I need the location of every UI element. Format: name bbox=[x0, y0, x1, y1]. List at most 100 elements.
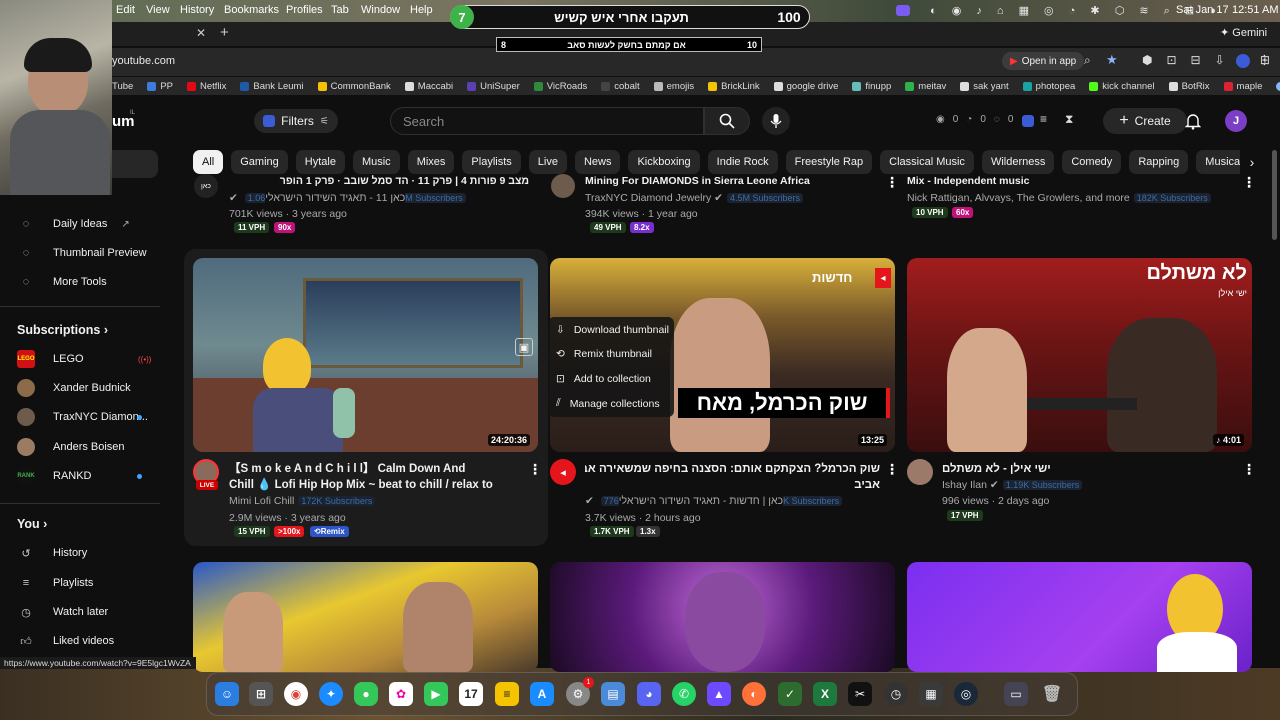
sidebar-item-playlists[interactable]: ≡ Playlists bbox=[0, 572, 170, 594]
appstore-icon[interactable]: A bbox=[530, 682, 554, 706]
sidebar-item-thumbnail-preview[interactable]: ◌ Thumbnail Preview bbox=[0, 242, 170, 264]
chevron-right-icon[interactable]: › bbox=[1240, 150, 1264, 174]
bookmark-item[interactable]: photopea bbox=[1022, 81, 1075, 92]
menubar-date[interactable]: Sat Jan 17 bbox=[1176, 4, 1229, 16]
bookmark-item[interactable]: kick channel bbox=[1089, 81, 1155, 92]
video-thumbnail[interactable] bbox=[550, 562, 895, 672]
chrome-icon[interactable]: ◉ bbox=[284, 682, 308, 706]
sidebar-item-watch-later[interactable]: ◷ Watch later bbox=[0, 601, 170, 623]
list-icon[interactable]: ≡ bbox=[1040, 112, 1047, 126]
you-heading[interactable]: You › bbox=[17, 517, 47, 531]
video-thumbnail[interactable] bbox=[907, 562, 1252, 672]
sidebar-sub-rankd[interactable]: RANK RANKD bbox=[0, 465, 170, 487]
more-options-icon[interactable]: ⋮ bbox=[885, 174, 899, 191]
account-avatar[interactable]: J bbox=[1225, 110, 1247, 132]
bookmark-item[interactable]: PP bbox=[147, 81, 173, 92]
bookmark-item[interactable]: Tube bbox=[112, 81, 133, 92]
menu-history[interactable]: History bbox=[180, 4, 214, 16]
menubar-time[interactable]: 12:51 AM bbox=[1232, 4, 1278, 16]
profile-icon[interactable] bbox=[1236, 54, 1250, 68]
bookmark-item[interactable]: VicRoads bbox=[533, 81, 587, 92]
sidebar-item-more-tools[interactable]: ◌ More Tools bbox=[0, 271, 170, 293]
bookmark-item[interactable]: meitav bbox=[905, 81, 946, 92]
calendar-icon[interactable]: 17 bbox=[459, 682, 483, 706]
chip-news[interactable]: News bbox=[574, 150, 621, 174]
video-title[interactable]: Mining For DIAMONDS in Sierra Leone Afri… bbox=[585, 173, 885, 187]
zoom-icon[interactable]: ⌕ bbox=[1084, 53, 1091, 68]
menu-window[interactable]: Window bbox=[361, 4, 400, 16]
steam-icon[interactable]: ◎ bbox=[954, 682, 978, 706]
firefox-icon[interactable]: ◐ bbox=[742, 682, 766, 706]
channel-name[interactable]: TraxNYC Diamond Jewelry bbox=[585, 192, 711, 204]
chip-music[interactable]: Music bbox=[352, 150, 400, 174]
page-scrollbar[interactable] bbox=[1272, 150, 1277, 240]
chip-gaming[interactable]: Gaming bbox=[231, 150, 288, 174]
chip-hytale[interactable]: Hytale bbox=[295, 150, 345, 174]
bookmark-item[interactable]: cobalt bbox=[601, 81, 640, 92]
bookmark-item[interactable]: CommonBank bbox=[317, 81, 391, 92]
extension-counters[interactable]: ◉ 0 ◔ 0 ◌ 0 bbox=[936, 114, 1013, 125]
bookmark-item[interactable]: maple bbox=[1223, 81, 1262, 92]
video-title[interactable]: מצב 9 פורות 4 ‎| פרק 11 · הד סמל שובב · … bbox=[229, 173, 529, 187]
menu-edit[interactable]: Edit bbox=[116, 4, 135, 16]
chip-playlists[interactable]: Playlists bbox=[462, 150, 521, 174]
discord-icon[interactable]: ◕ bbox=[637, 682, 661, 706]
menu-bookmarks[interactable]: Bookmarks bbox=[224, 4, 279, 16]
chip-live[interactable]: Live bbox=[528, 150, 567, 174]
bookmark-item[interactable]: Maccabi bbox=[404, 81, 453, 92]
safari-icon[interactable]: ✦ bbox=[319, 682, 343, 706]
screen-record-icon[interactable] bbox=[896, 5, 910, 16]
sidebar-item-liked-videos[interactable]: 👍︎ Liked videos bbox=[0, 630, 170, 652]
menu-profiles[interactable]: Profiles bbox=[286, 4, 323, 16]
video-title[interactable]: ישי אילן - לא משתלם bbox=[942, 461, 1237, 477]
remix-button[interactable]: ⟲ Remix bbox=[310, 526, 349, 537]
bookmark-item[interactable]: google drive bbox=[773, 81, 838, 92]
channel-avatar[interactable]: ◂ bbox=[550, 459, 576, 485]
notes-icon[interactable]: ≡ bbox=[495, 682, 519, 706]
whatsapp-icon[interactable]: ✆ bbox=[672, 682, 696, 706]
bookmark-star-icon[interactable]: ★ bbox=[1106, 52, 1118, 68]
download-thumbnail-option[interactable]: ⇩ Download thumbnail bbox=[556, 324, 669, 336]
channel-name[interactable]: Ishay Ilan bbox=[942, 479, 987, 491]
channel-avatar[interactable] bbox=[551, 174, 575, 198]
new-tab-icon[interactable]: + bbox=[220, 24, 229, 41]
video-thumbnail[interactable]: ▣ 24:20:36 bbox=[193, 258, 538, 452]
chip-all[interactable]: All bbox=[193, 150, 224, 174]
vectorizer-icon[interactable]: ✓ bbox=[778, 682, 802, 706]
messages-icon[interactable]: ● bbox=[354, 682, 378, 706]
remix-thumbnail-option[interactable]: ⟲ Remix thumbnail bbox=[556, 348, 652, 360]
excel-icon[interactable]: X bbox=[813, 682, 837, 706]
gemini-button[interactable]: ✦ Gemini bbox=[1220, 26, 1267, 39]
channel-name[interactable]: כאן 11 - תאגיד השידור הישראלי bbox=[265, 192, 405, 204]
menu-tab[interactable]: Tab bbox=[331, 4, 349, 16]
search-input[interactable]: Search bbox=[390, 107, 704, 135]
search-button[interactable] bbox=[704, 107, 750, 135]
video-thumbnail[interactable]: לא משתלם ישי אילן ♪ 4:01 bbox=[907, 258, 1252, 452]
create-button[interactable]: + Create bbox=[1103, 108, 1187, 134]
video-thumbnail[interactable] bbox=[193, 562, 538, 672]
sidebar-item-daily-ideas[interactable]: ◌ Daily Ideas ↗ bbox=[0, 213, 170, 235]
more-options-icon[interactable]: ⋮ bbox=[1242, 461, 1256, 478]
more-options-icon[interactable]: ⋮ bbox=[528, 461, 542, 478]
chrome-menu-icon[interactable]: ⋮ bbox=[1258, 52, 1271, 68]
sidebar-sub-anders-boisen[interactable]: Anders Boisen bbox=[0, 436, 170, 458]
finder-icon[interactable]: ☺ bbox=[215, 682, 239, 706]
minecraft-icon[interactable]: ▦ bbox=[919, 682, 943, 706]
trash-icon[interactable]: 🗑︎ bbox=[1040, 682, 1064, 706]
chip-wilderness[interactable]: Wilderness bbox=[981, 150, 1055, 174]
chip-kickboxing[interactable]: Kickboxing bbox=[628, 150, 700, 174]
address-bar[interactable]: youtube.com bbox=[112, 55, 175, 67]
monitor-icon[interactable]: ▭ bbox=[1004, 682, 1028, 706]
video-title[interactable]: Mix - Independent music bbox=[907, 173, 1237, 187]
proton-icon[interactable]: ▲ bbox=[707, 682, 731, 706]
bookmark-item[interactable]: UniSuper bbox=[467, 81, 520, 92]
photos-icon[interactable]: ✿ bbox=[389, 682, 413, 706]
image-icon[interactable]: ▣ bbox=[515, 338, 533, 356]
bookmark-item[interactable]: sak yant bbox=[960, 81, 1009, 92]
bookmark-item[interactable]: Netflix bbox=[187, 81, 226, 92]
launchpad-icon[interactable]: ⊞ bbox=[249, 682, 273, 706]
hourglass-icon[interactable]: ⧗ bbox=[1065, 112, 1073, 127]
close-tab-icon[interactable]: ✕ bbox=[196, 26, 206, 40]
bookmark-item[interactable]: BrickLink bbox=[708, 81, 760, 92]
chip-mixes[interactable]: Mixes bbox=[407, 150, 455, 174]
